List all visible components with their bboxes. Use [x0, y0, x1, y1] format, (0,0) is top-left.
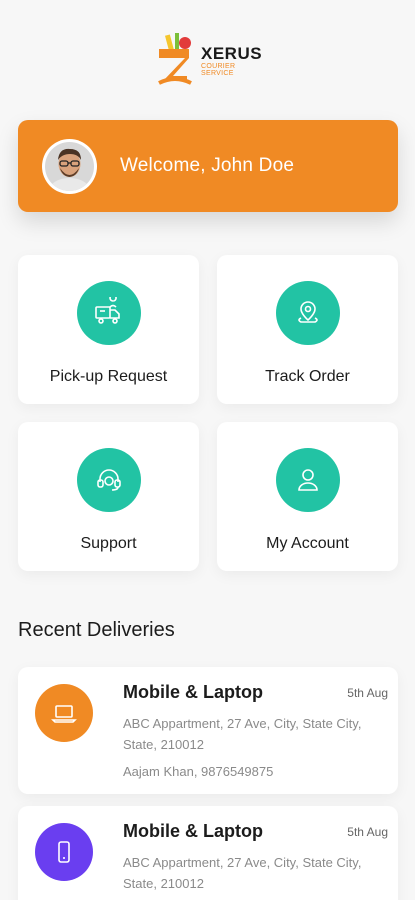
delivery-box-icon [76, 281, 141, 345]
tile-my-account[interactable]: My Account [217, 422, 398, 571]
tile-pickup-request[interactable]: Pick-up Request [18, 255, 199, 404]
delivery-address: ABC Appartment, 27 Ave, City, State City… [123, 855, 362, 891]
tile-label: Pick-up Request [49, 368, 168, 385]
tile-label: Track Order [265, 368, 350, 385]
headset-icon [76, 448, 141, 512]
location-pin-icon [275, 281, 340, 345]
delivery-card[interactable]: Mobile & Laptop 5th Aug ABC Appartment, … [18, 806, 398, 900]
delivery-title: Mobile & Laptop [123, 821, 263, 841]
welcome-card[interactable]: Welcome, John Doe [18, 120, 398, 212]
delivery-address: ABC Appartment, 27 Ave, City, State City… [123, 716, 362, 752]
tile-support[interactable]: Support [18, 422, 199, 571]
logo-mark-icon [155, 31, 199, 91]
tile-track-order[interactable]: Track Order [217, 255, 398, 404]
recent-deliveries-heading: Recent Deliveries [18, 619, 175, 641]
avatar[interactable] [42, 138, 97, 194]
laptop-icon [35, 684, 93, 742]
logo-tagline: COURIER SERVICE [201, 63, 236, 77]
delivery-date: 5th Aug [347, 686, 388, 700]
delivery-date: 5th Aug [347, 825, 388, 839]
app-logo: XERUS COURIER SERVICE [155, 30, 265, 92]
logo-title: XERUS [201, 44, 263, 63]
mobile-icon [35, 823, 93, 881]
tile-label: My Account [266, 535, 349, 552]
tile-label: Support [80, 535, 137, 552]
welcome-text: Welcome, John Doe [120, 155, 295, 176]
delivery-card[interactable]: Mobile & Laptop 5th Aug ABC Appartment, … [18, 667, 398, 794]
delivery-contact: Aajam Khan, 9876549875 [123, 764, 274, 779]
delivery-title: Mobile & Laptop [123, 682, 263, 702]
user-icon [275, 448, 340, 512]
